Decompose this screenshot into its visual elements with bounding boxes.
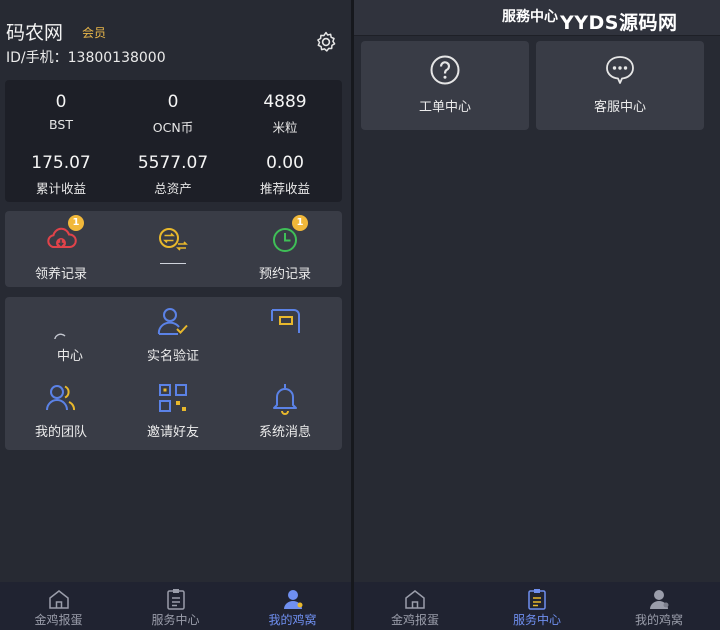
nav-label: 我的鸡窝: [634, 613, 683, 627]
bell-icon: [268, 381, 302, 415]
stat-value: 0.00: [266, 153, 304, 173]
card-button[interactable]: [229, 305, 341, 345]
person-icon: [650, 590, 669, 609]
menu-label: 中心: [56, 349, 83, 364]
person-icon: [283, 590, 302, 609]
features-card: 中心 实名验证 我的团队 邀请好友 系统消息: [5, 297, 342, 450]
nav-label: 服务中心: [512, 613, 561, 627]
team-icon: [44, 381, 78, 415]
home-icon: [48, 590, 69, 609]
partial-icon: [44, 305, 78, 343]
stat-value: 0: [55, 92, 67, 112]
nav-item-service[interactable]: 服务中心: [117, 582, 234, 630]
nav-item-my-coop[interactable]: 我的鸡窝: [234, 582, 351, 630]
stat-label: BST: [49, 117, 73, 132]
menu-label: 领养记录: [34, 267, 87, 282]
menu-label: 预约记录: [258, 267, 311, 282]
ticket-center-button[interactable]: 工单中心: [361, 41, 529, 130]
stat-label: 推荐收益: [259, 181, 310, 196]
badge-count: 1: [68, 215, 84, 231]
menu-label: 我的团队: [34, 425, 87, 440]
stat-value: 4889: [263, 92, 307, 112]
stat-label: 累计收益: [35, 181, 86, 196]
nav-label: 我的鸡窝: [268, 613, 317, 627]
badge-count: 1: [292, 215, 308, 231]
nav-label: 金鸡报蛋: [390, 613, 439, 627]
stat-mili: 4889 米粒: [229, 92, 341, 136]
menu-label: 邀请好友: [146, 425, 199, 440]
records-card: 1 领养记录 1 预约记录: [5, 211, 342, 287]
nav-item-service[interactable]: 服务中心: [476, 582, 598, 630]
tile-label: 工单中心: [418, 100, 471, 115]
stat-value: 0: [167, 92, 179, 112]
service-center-screen: 服務中心 YYDS源码网 工单中心 客服中心 金鸡报蛋 服务中心 我的鸡窝: [354, 0, 720, 630]
stat-referral-earnings: 0.00 推荐收益: [229, 153, 341, 197]
bottom-nav: 金鸡报蛋 服务中心 我的鸡窝: [354, 582, 720, 630]
nav-label: 金鸡报蛋: [34, 613, 83, 627]
center-button[interactable]: 中心: [5, 305, 117, 364]
profile-screen: 码农网 会员 ID/手机：13800138000 0 BST 0 OCN币 48…: [0, 0, 351, 630]
stats-card: 0 BST 0 OCN币 4889 米粒 175.07 累计收益 5577.07…: [5, 80, 342, 202]
clipboard-icon: [528, 589, 546, 610]
exchange-icon: [156, 223, 190, 257]
exchange-records-button[interactable]: [117, 223, 229, 264]
stat-value: 175.07: [31, 153, 91, 173]
stat-bst: 0 BST: [5, 92, 117, 132]
system-messages-button[interactable]: 系统消息: [229, 381, 341, 440]
real-name-verify-button[interactable]: 实名验证: [117, 305, 229, 364]
home-icon: [405, 590, 425, 609]
member-badge: 会员: [82, 26, 107, 40]
nav-item-my-coop[interactable]: 我的鸡窝: [598, 582, 720, 630]
stat-total-earnings: 175.07 累计收益: [5, 153, 117, 197]
nav-label: 服务中心: [151, 613, 200, 627]
stat-label: 总资产: [154, 181, 192, 196]
service-header: 服務中心 YYDS源码网: [354, 0, 720, 36]
invite-friends-button[interactable]: 邀请好友: [117, 381, 229, 440]
clock-icon: 1: [268, 215, 308, 257]
stat-ocn: 0 OCN币: [117, 92, 229, 136]
customer-service-button[interactable]: 客服中心: [536, 41, 704, 130]
card-icon: [268, 305, 302, 339]
stat-label: OCN币: [152, 120, 194, 135]
user-name: 码农网: [6, 22, 64, 44]
my-team-button[interactable]: 我的团队: [5, 381, 117, 440]
stat-value: 5577.07: [137, 153, 209, 173]
menu-label: 实名验证: [146, 349, 199, 364]
clipboard-icon: [166, 589, 185, 610]
question-icon: [430, 55, 460, 85]
chat-icon: [606, 56, 634, 84]
watermark: YYDS源码网: [560, 12, 678, 34]
page-title: 服務中心: [502, 9, 558, 25]
user-verify-icon: [156, 305, 190, 339]
bottom-nav: 金鸡报蛋 服务中心 我的鸡窝: [0, 582, 351, 630]
gear-icon[interactable]: [314, 30, 338, 54]
qrcode-icon: [156, 381, 190, 415]
adopt-records-button[interactable]: 1 领养记录: [5, 215, 117, 282]
stat-label: 米粒: [272, 120, 298, 135]
menu-label: 系统消息: [258, 425, 311, 440]
nav-item-home[interactable]: 金鸡报蛋: [354, 582, 476, 630]
tile-label: 客服中心: [593, 100, 646, 115]
reservation-records-button[interactable]: 1 预约记录: [229, 215, 341, 282]
label-underline: [160, 263, 186, 264]
user-id: ID/手机：13800138000: [6, 50, 166, 66]
cloud-download-icon: 1: [44, 215, 84, 257]
stat-total-assets: 5577.07 总资产: [117, 153, 229, 197]
nav-item-home[interactable]: 金鸡报蛋: [0, 582, 117, 630]
